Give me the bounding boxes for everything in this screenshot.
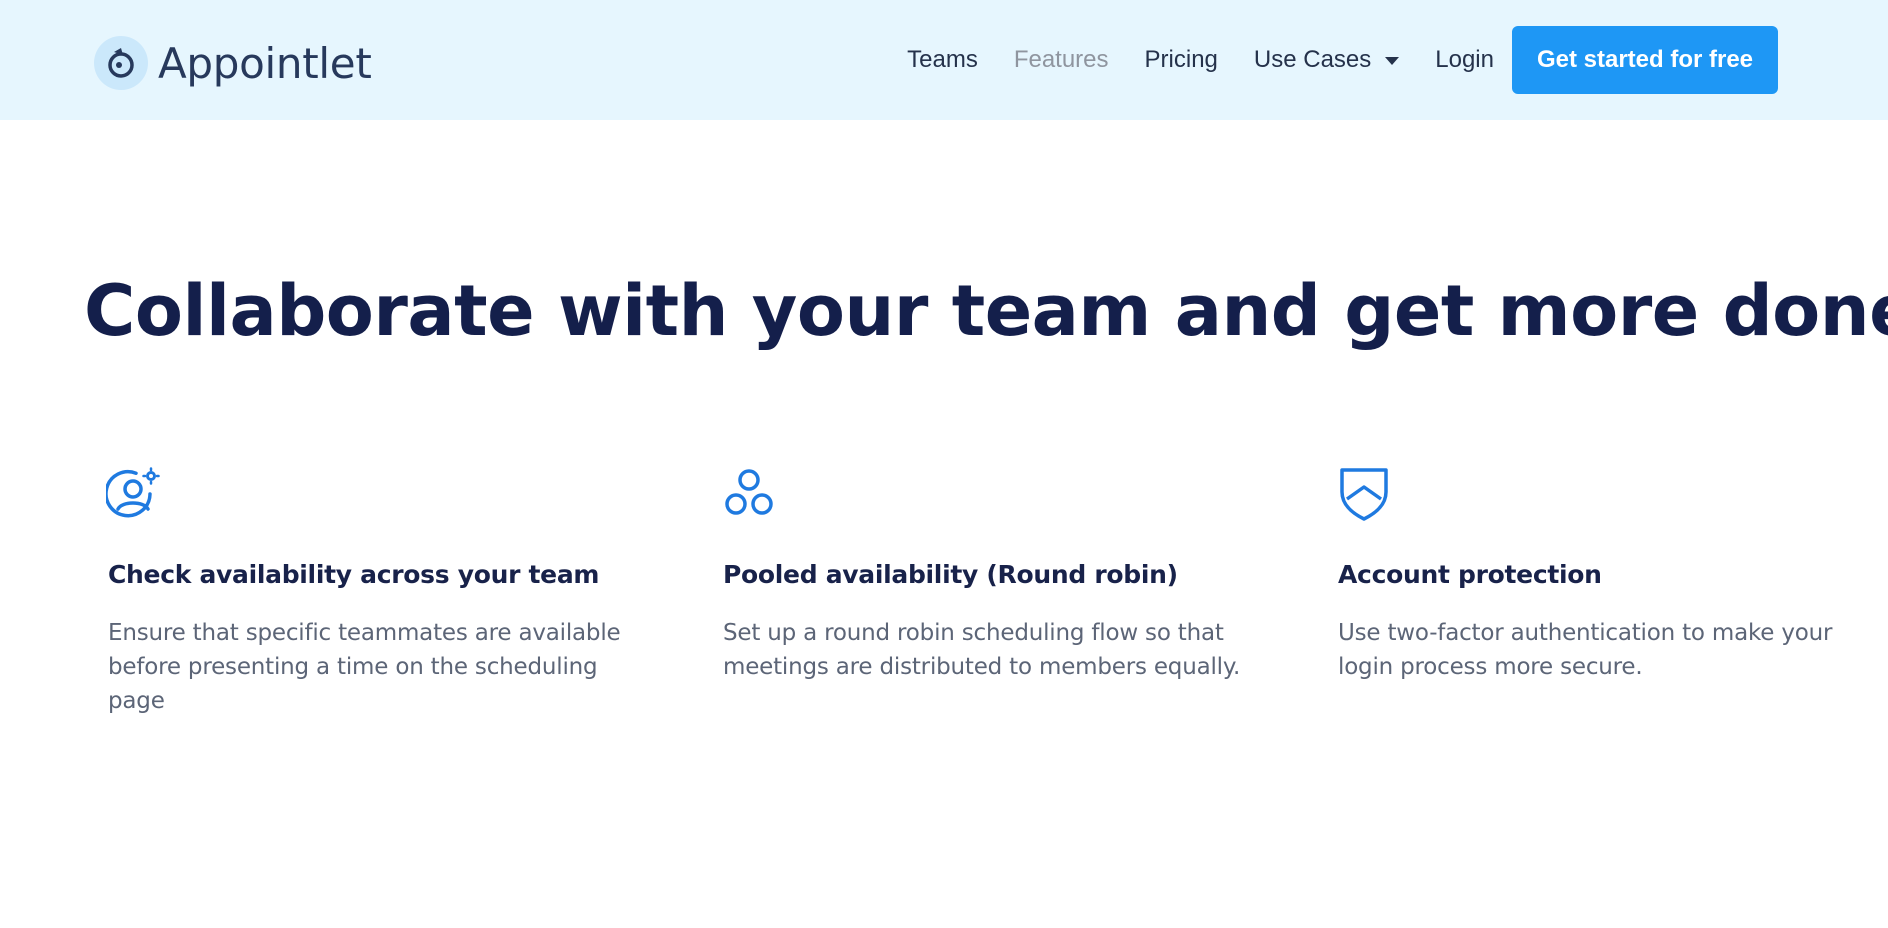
get-started-button[interactable]: Get started for free [1512,26,1778,94]
main-nav: Teams Features Pricing Use Cases Login G… [907,26,1778,94]
three-circles-icon [725,469,773,515]
shield-icon [1340,468,1388,521]
brand-name: Appointlet [158,38,372,88]
feature-description: Use two-factor authentication to make yo… [1338,620,1833,680]
feature-account-protection: Account protection Use two-factor authen… [1316,466,1876,680]
feature-team-availability: Check availability across your team Ensu… [86,466,646,714]
feature-title: Check availability across your team [108,560,600,589]
nav-item-use-cases[interactable]: Use Cases [1253,46,1400,74]
page-headline: Collaborate with your team and get more … [84,270,1888,352]
feature-title: Pooled availability (Round robin) [723,560,1178,589]
user-settings-icon [106,467,160,518]
nav-item-teams[interactable]: Teams [907,46,978,74]
appointlet-logo-icon [94,36,148,90]
feature-description: Set up a round robin scheduling flow so … [723,620,1241,680]
site-header: Appointlet Teams Features Pricing Use Ca… [0,0,1888,120]
feature-description: Ensure that specific teammates are avail… [108,620,621,714]
feature-round-robin: Pooled availability (Round robin) Set up… [701,466,1261,680]
brand-logo[interactable]: Appointlet [94,36,372,90]
feature-title: Account protection [1338,560,1602,589]
nav-item-features[interactable]: Features [1014,46,1109,74]
nav-item-use-cases-label: Use Cases [1253,46,1372,73]
nav-item-login[interactable]: Login [1435,46,1494,74]
chevron-down-icon [1385,57,1400,65]
nav-item-pricing[interactable]: Pricing [1145,46,1218,74]
